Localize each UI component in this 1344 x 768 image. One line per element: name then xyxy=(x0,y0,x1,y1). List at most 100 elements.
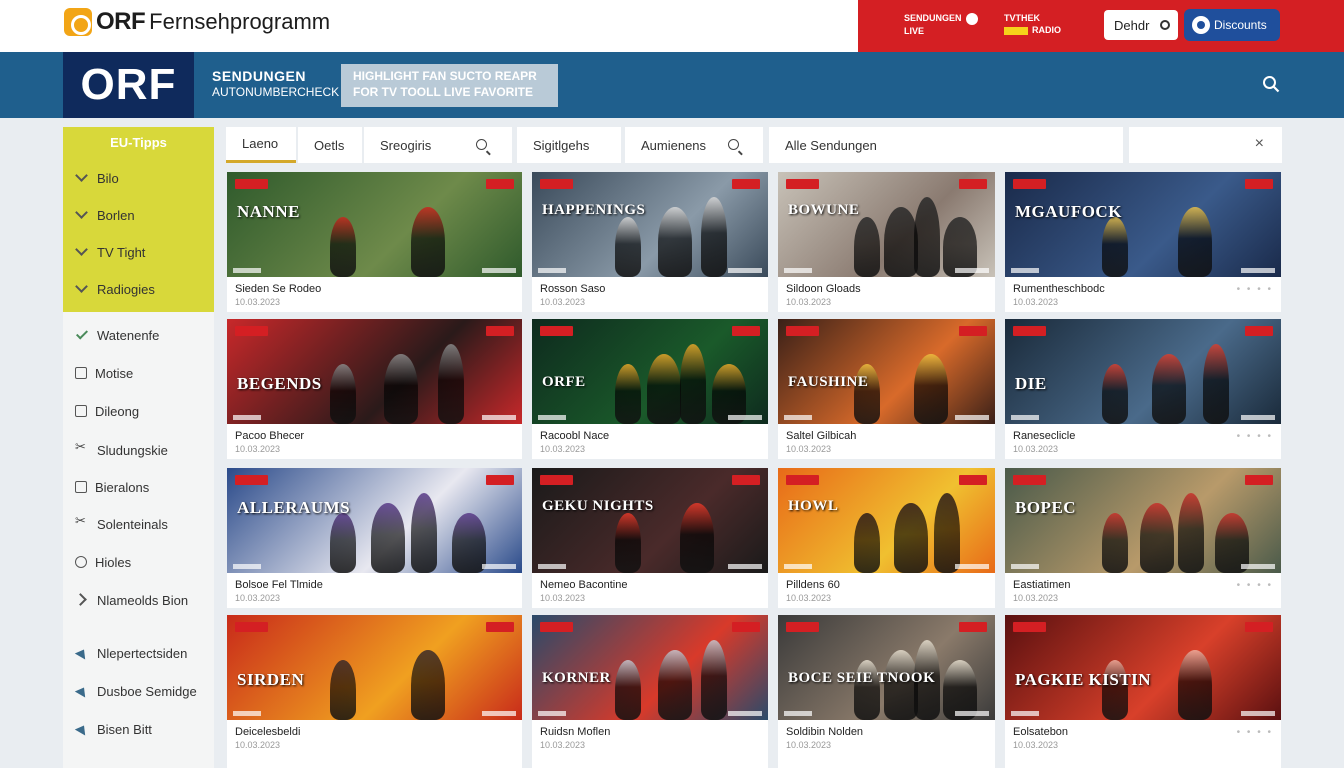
program-date: 10.03.2023 xyxy=(1013,740,1059,750)
program-card[interactable]: ORFE Racoobl Nace 10.03.2023 xyxy=(532,319,768,459)
program-title[interactable]: Rumentheschbodc xyxy=(1013,283,1105,295)
program-title[interactable]: Soldibin Nolden xyxy=(786,726,863,738)
program-card[interactable]: MGAUFOCK Rumentheschbodc 10.03.2023 • • • • xyxy=(1005,172,1281,312)
program-thumbnail[interactable]: MGAUFOCK xyxy=(1005,172,1281,277)
tab-label: Laeno xyxy=(242,136,279,151)
thumbnail-figure xyxy=(411,207,445,277)
program-thumbnail[interactable]: SIRDEN xyxy=(227,615,522,720)
thumbnail-figure xyxy=(701,197,727,277)
sidebar-item-14[interactable]: Dusboe Semidge xyxy=(75,681,197,701)
program-card[interactable]: HOWL Pilldens 60 10.03.2023 xyxy=(778,468,995,608)
program-thumbnail[interactable]: HAPPENINGS xyxy=(532,172,768,277)
sidebar-item-4[interactable]: Radiogies xyxy=(75,279,155,299)
program-card[interactable]: ALLERAUMS Bolsoe Fel Tlmide 10.03.2023 xyxy=(227,468,522,608)
program-title[interactable]: Ruidsn Moflen xyxy=(540,726,610,738)
more-options-icon[interactable]: • • • • xyxy=(1237,431,1273,442)
sidebar-item-7[interactable]: Dileong xyxy=(75,401,139,421)
sidebar-item-3[interactable]: TV Tight xyxy=(75,242,145,262)
program-title[interactable]: Eastiatimen xyxy=(1013,579,1070,591)
sidebar-item-8[interactable]: Sludungskie xyxy=(75,440,168,460)
program-thumbnail[interactable]: ORFE xyxy=(532,319,768,424)
program-title[interactable]: Raneseclicle xyxy=(1013,430,1075,442)
channel-badge-icon xyxy=(486,326,514,336)
thumbnail-title: GEKU NIGHTS xyxy=(542,498,654,514)
sidebar-item-label: Borlen xyxy=(97,207,135,223)
search-icon[interactable] xyxy=(476,139,487,150)
brand-logo[interactable]: ORF Fernsehprogramm xyxy=(64,8,330,36)
top-link-tvthek[interactable]: TVTHEK RADIO xyxy=(1004,12,1061,36)
tab-3[interactable]: Sreogiris xyxy=(364,127,512,163)
program-title[interactable]: Racoobl Nace xyxy=(540,430,609,442)
tab-6[interactable]: Alle Sendungen xyxy=(769,127,1123,163)
sidebar-item-13[interactable]: Nlepertectsiden xyxy=(75,643,187,663)
sidebar-item-6[interactable]: Motise xyxy=(75,363,133,383)
sidebar-item-5[interactable]: Watenenfe xyxy=(75,325,159,345)
channel-badge-icon xyxy=(540,475,573,485)
program-title[interactable]: Deicelesbeldi xyxy=(235,726,300,738)
duration-bar-icon xyxy=(482,268,516,273)
program-thumbnail[interactable]: NANNE xyxy=(227,172,522,277)
program-card[interactable]: BOCE SEIE TNOOK Soldibin Nolden 10.03.2023 xyxy=(778,615,995,768)
program-card[interactable]: NANNE Sieden Se Rodeo 10.03.2023 xyxy=(227,172,522,312)
program-title[interactable]: Pilldens 60 xyxy=(786,579,840,591)
program-title[interactable]: Nemeo Bacontine xyxy=(540,579,627,591)
channel-badge-icon xyxy=(1013,326,1046,336)
program-card[interactable]: SIRDEN Deicelesbeldi 10.03.2023 xyxy=(227,615,522,768)
discounts-button[interactable]: Discounts xyxy=(1184,9,1280,41)
banner-logo[interactable]: ORF xyxy=(63,52,194,118)
program-card[interactable]: BEGENDS Pacoo Bhecer 10.03.2023 xyxy=(227,319,522,459)
program-card[interactable]: DIE Raneseclicle 10.03.2023 • • • • xyxy=(1005,319,1281,459)
top-link-sendungen[interactable]: SENDUNGEN LIVE xyxy=(904,12,978,37)
program-date: 10.03.2023 xyxy=(786,297,832,307)
program-thumbnail[interactable]: ALLERAUMS xyxy=(227,468,522,573)
program-thumbnail[interactable]: FAUSHINE xyxy=(778,319,995,424)
tab-2[interactable]: Oetls xyxy=(298,127,362,163)
program-thumbnail[interactable]: BOWUNE xyxy=(778,172,995,277)
program-title[interactable]: Rosson Saso xyxy=(540,283,605,295)
sidebar-item-10[interactable]: Solenteinals xyxy=(75,514,168,534)
search-icon[interactable] xyxy=(1262,75,1280,93)
program-card[interactable]: BOPEC Eastiatimen 10.03.2023 • • • • xyxy=(1005,468,1281,608)
program-thumbnail[interactable]: BOCE SEIE TNOOK xyxy=(778,615,995,720)
program-thumbnail[interactable]: DIE xyxy=(1005,319,1281,424)
more-options-icon[interactable]: • • • • xyxy=(1237,284,1273,295)
program-date: 10.03.2023 xyxy=(1013,593,1059,603)
tab-5[interactable]: Aumienens xyxy=(625,127,763,163)
program-card[interactable]: BOWUNE Sildoon Gloads 10.03.2023 xyxy=(778,172,995,312)
sidebar-item-1[interactable]: Bilo xyxy=(75,168,119,188)
program-title[interactable]: Pacoo Bhecer xyxy=(235,430,304,442)
program-title[interactable]: Saltel Gilbicah xyxy=(786,430,856,442)
program-thumbnail[interactable]: GEKU NIGHTS xyxy=(532,468,768,573)
sidebar-item-12[interactable]: Nlameolds Bion xyxy=(75,590,188,610)
sidebar-item-9[interactable]: Bieralons xyxy=(75,477,149,497)
program-card[interactable]: KORNER Ruidsn Moflen 10.03.2023 xyxy=(532,615,768,768)
thumbnail-title: BOCE SEIE TNOOK xyxy=(788,670,936,686)
banner-highlight[interactable]: HIGHLIGHT FAN SUCTO REAPR FOR TV TOOLL L… xyxy=(341,64,558,107)
more-options-icon[interactable]: • • • • xyxy=(1237,727,1273,738)
program-title[interactable]: Eolsatebon xyxy=(1013,726,1068,738)
channel-badge-icon xyxy=(540,622,573,632)
clear-filter-button[interactable]: × xyxy=(1129,127,1282,163)
program-title[interactable]: Sieden Se Rodeo xyxy=(235,283,321,295)
program-card[interactable]: PAGKIE KISTIN Eolsatebon 10.03.2023 • • • • xyxy=(1005,615,1281,768)
tab-1[interactable]: Laeno xyxy=(226,127,296,163)
sidebar-item-2[interactable]: Borlen xyxy=(75,205,135,225)
program-title[interactable]: Sildoon Gloads xyxy=(786,283,861,295)
program-card[interactable]: HAPPENINGS Rosson Saso 10.03.2023 xyxy=(532,172,768,312)
more-options-icon[interactable]: • • • • xyxy=(1237,580,1273,591)
sidebar-item-11[interactable]: Hioles xyxy=(75,552,131,572)
program-card[interactable]: FAUSHINE Saltel Gilbicah 10.03.2023 xyxy=(778,319,995,459)
program-thumbnail[interactable]: PAGKIE KISTIN xyxy=(1005,615,1281,720)
program-thumbnail[interactable]: HOWL xyxy=(778,468,995,573)
sidebar-item-15[interactable]: Bisen Bitt xyxy=(75,719,152,739)
program-title[interactable]: Bolsoe Fel Tlmide xyxy=(235,579,323,591)
program-thumbnail[interactable]: KORNER xyxy=(532,615,768,720)
program-thumbnail[interactable]: BOPEC xyxy=(1005,468,1281,573)
program-card[interactable]: GEKU NIGHTS Nemeo Bacontine 10.03.2023 xyxy=(532,468,768,608)
region-select[interactable]: Dehdr xyxy=(1104,10,1178,40)
program-thumbnail[interactable]: BEGENDS xyxy=(227,319,522,424)
search-icon[interactable] xyxy=(728,139,739,150)
tab-4[interactable]: Sigitlgehs xyxy=(517,127,621,163)
thumbnail-figure xyxy=(384,354,418,424)
thumbnail-title: NANNE xyxy=(237,202,300,221)
